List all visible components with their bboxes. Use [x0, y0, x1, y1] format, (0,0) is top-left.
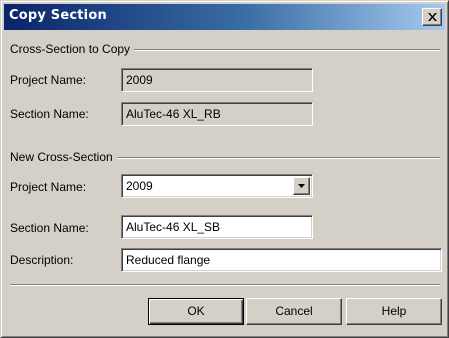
chevron-down-icon [298, 184, 305, 188]
source-project-name-field: 2009 [121, 68, 313, 92]
title-bar[interactable]: Copy Section [4, 4, 445, 30]
help-button[interactable]: Help [346, 298, 442, 325]
cancel-button[interactable]: Cancel [246, 298, 342, 325]
source-section-name-label: Section Name: [10, 107, 89, 121]
source-section-name-field: AluTec-46 XL_RB [121, 102, 313, 126]
description-input[interactable]: Reduced flange [121, 248, 442, 272]
target-group-label: New Cross-Section [10, 150, 117, 164]
button-divider [10, 284, 440, 286]
source-group-label: Cross-Section to Copy [10, 42, 135, 56]
target-project-name-label: Project Name: [10, 180, 87, 194]
close-icon [428, 13, 437, 21]
close-button[interactable] [422, 8, 442, 26]
copy-section-dialog: Copy Section Cross-Section to Copy Proje… [0, 0, 449, 338]
target-section-name-label: Section Name: [10, 221, 89, 235]
combobox-dropdown-button[interactable] [293, 177, 310, 195]
project-name-combobox[interactable]: 2009 [121, 174, 313, 198]
description-label: Description: [10, 253, 74, 267]
ok-button[interactable]: OK [148, 298, 244, 325]
dialog-title: Copy Section [9, 8, 107, 23]
project-name-combobox-value: 2009 [126, 179, 153, 193]
source-project-name-label: Project Name: [10, 73, 87, 87]
section-name-input[interactable]: AluTec-46 XL_SB [121, 215, 313, 239]
